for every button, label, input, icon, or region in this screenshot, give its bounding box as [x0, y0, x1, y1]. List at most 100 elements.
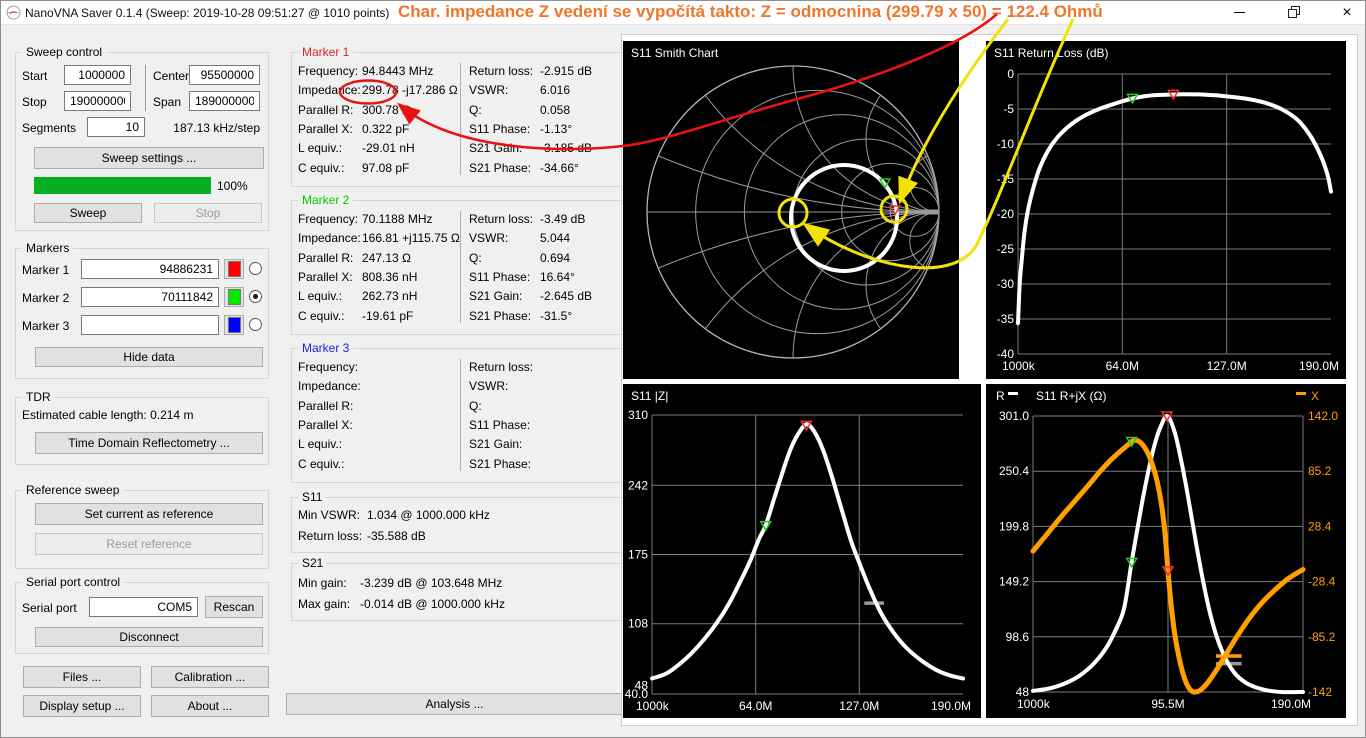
marker-field-value: 300.78 Ω — [362, 103, 411, 117]
marker3-input[interactable] — [81, 315, 219, 335]
serial-port-input[interactable] — [89, 597, 198, 617]
chart-title: S11 Smith Chart — [631, 46, 719, 60]
set-reference-button[interactable]: Set current as reference — [35, 503, 263, 525]
marker-field-label: L equiv.: — [298, 437, 342, 451]
marker-field-value: -31.5° — [540, 309, 572, 323]
stop-label: Stop — [22, 95, 47, 109]
cable-length-text: Estimated cable length: 0.214 m — [22, 408, 193, 422]
panel-title: Marker 2 — [298, 193, 353, 207]
marker1-data-panel: Marker 1 Frequency:94.8443 MHzImpedance:… — [291, 52, 623, 187]
field-value: -0.014 dB @ 1000.000 kHz — [360, 597, 505, 611]
x-tick-label: 64.0M — [1106, 359, 1139, 373]
x-tick-label: 190.0M — [931, 699, 971, 713]
panel-title: Marker 1 — [298, 45, 353, 59]
z-magnitude-chart[interactable]: 3102421751084840.01000k64.0M127.0M190.0M… — [623, 384, 981, 718]
marker-field-label: S21 Phase: — [469, 161, 531, 175]
marker-field-label: Parallel X: — [298, 418, 353, 432]
files-button[interactable]: Files ... — [23, 666, 141, 688]
x-tick-label: 127.0M — [1207, 359, 1247, 373]
marker-field-label: Q: — [469, 399, 482, 413]
panel-title: S21 — [298, 556, 327, 570]
marker3-color-button[interactable] — [224, 315, 244, 335]
minimize-button[interactable] — [1227, 1, 1251, 24]
marker-field-label: Q: — [469, 103, 482, 117]
panel-title: S11 — [298, 490, 326, 504]
field-label: Return loss: — [298, 529, 362, 543]
window-title: NanoVNA Saver 0.1.4 (Sweep: 2019-10-28 0… — [25, 6, 389, 20]
marker1-color-button[interactable] — [224, 259, 244, 279]
smith-chart[interactable]: S11 Smith Chart — [623, 41, 959, 379]
data-trace-|Z| — [652, 424, 963, 678]
marker3-radio[interactable] — [249, 318, 262, 331]
marker-field-label: Parallel R: — [298, 251, 353, 265]
stop-button[interactable]: Stop — [154, 203, 262, 223]
center-input[interactable] — [189, 65, 260, 85]
right-y-tick-label: -85.2 — [1308, 630, 1336, 644]
marker-field-label: Return loss: — [469, 212, 533, 226]
group-title: Markers — [22, 241, 73, 255]
marker-field-value: -34.66° — [540, 161, 579, 175]
marker2-input[interactable] — [81, 287, 219, 307]
marker-field-label: C equiv.: — [298, 457, 344, 471]
span-input[interactable] — [189, 91, 260, 111]
marker2-color-button[interactable] — [224, 287, 244, 307]
reset-reference-button[interactable]: Reset reference — [35, 533, 263, 555]
marker-field-value: -3.185 dB — [540, 141, 592, 155]
x-tick-label: 190.0M — [1299, 359, 1339, 373]
right-y-tick-label: 142.0 — [1308, 409, 1338, 423]
marker-field-label: Return loss: — [469, 64, 533, 78]
maximize-button[interactable] — [1281, 1, 1305, 24]
titlebar-annotation: Char. impedance Z vedení se vypočítá tak… — [398, 2, 1103, 22]
tdr-button[interactable]: Time Domain Reflectometry ... — [35, 432, 263, 454]
marker-field-label: S11 Phase: — [469, 270, 530, 284]
x-tick-label: 1000k — [1002, 359, 1036, 373]
sweep-control-group: Sweep control Start Center Stop Span Seg… — [15, 52, 269, 231]
marker-field-value: 247.13 Ω — [362, 251, 411, 265]
x-tick-label: 64.0M — [739, 699, 772, 713]
markers-group: Markers Marker 1 Marker 2 Marker 3 Hide … — [15, 248, 269, 379]
sweep-progress-bar — [34, 177, 211, 194]
window-controls: × — [1227, 1, 1359, 24]
column-divider — [145, 65, 146, 111]
sweep-button[interactable]: Sweep — [34, 203, 142, 223]
field-value: 1.034 @ 1000.000 kHz — [367, 508, 490, 522]
marker-field-label: L equiv.: — [298, 141, 342, 155]
x-tick-label: 1000k — [636, 699, 670, 713]
r-jx-chart[interactable]: 301.0250.4199.8149.298.648142.085.228.4-… — [986, 384, 1346, 718]
marker-field-value: -3.49 dB — [540, 212, 585, 226]
calibration-button[interactable]: Calibration ... — [151, 666, 269, 688]
marker1-radio[interactable] — [249, 262, 262, 275]
panel-divider — [460, 359, 461, 471]
close-button[interactable]: × — [1335, 1, 1359, 24]
marker-field-label: S21 Gain: — [469, 289, 522, 303]
stop-input[interactable] — [64, 91, 131, 111]
app-icon — [6, 5, 21, 20]
marker-field-label: Frequency: — [298, 212, 358, 226]
panel-divider — [460, 211, 461, 323]
y-tick-label: 301.0 — [999, 409, 1029, 423]
return-loss-chart[interactable]: 0-5-10-15-20-25-30-35-401000k64.0M127.0M… — [986, 41, 1346, 379]
right-y-tick-label: -28.4 — [1308, 575, 1336, 589]
marker-field-label: Impedance: — [298, 379, 361, 393]
right-y-tick-label: 28.4 — [1308, 519, 1332, 533]
sweep-settings-button[interactable]: Sweep settings ... — [34, 147, 264, 169]
hide-data-button[interactable]: Hide data — [35, 347, 263, 367]
about-button[interactable]: About ... — [151, 695, 269, 717]
rescan-button[interactable]: Rescan — [205, 596, 263, 618]
y-tick-label: -10 — [997, 137, 1015, 151]
segments-input[interactable] — [87, 117, 145, 137]
marker-field-value: 808.36 nH — [362, 270, 417, 284]
disconnect-button[interactable]: Disconnect — [35, 627, 263, 647]
marker-field-label: C equiv.: — [298, 309, 344, 323]
span-label: Span — [153, 95, 181, 109]
start-label: Start — [22, 69, 47, 83]
marker1-input[interactable] — [81, 259, 219, 279]
marker-field-label: S21 Gain: — [469, 141, 522, 155]
marker-field-value: 97.08 pF — [362, 161, 409, 175]
display-setup-button[interactable]: Display setup ... — [23, 695, 141, 717]
analysis-button[interactable]: Analysis ... — [286, 693, 623, 715]
field-value: -3.239 dB @ 103.648 MHz — [360, 576, 502, 590]
marker2-radio[interactable] — [249, 290, 262, 303]
start-input[interactable] — [64, 65, 131, 85]
legend-r-label: R — [996, 389, 1005, 403]
